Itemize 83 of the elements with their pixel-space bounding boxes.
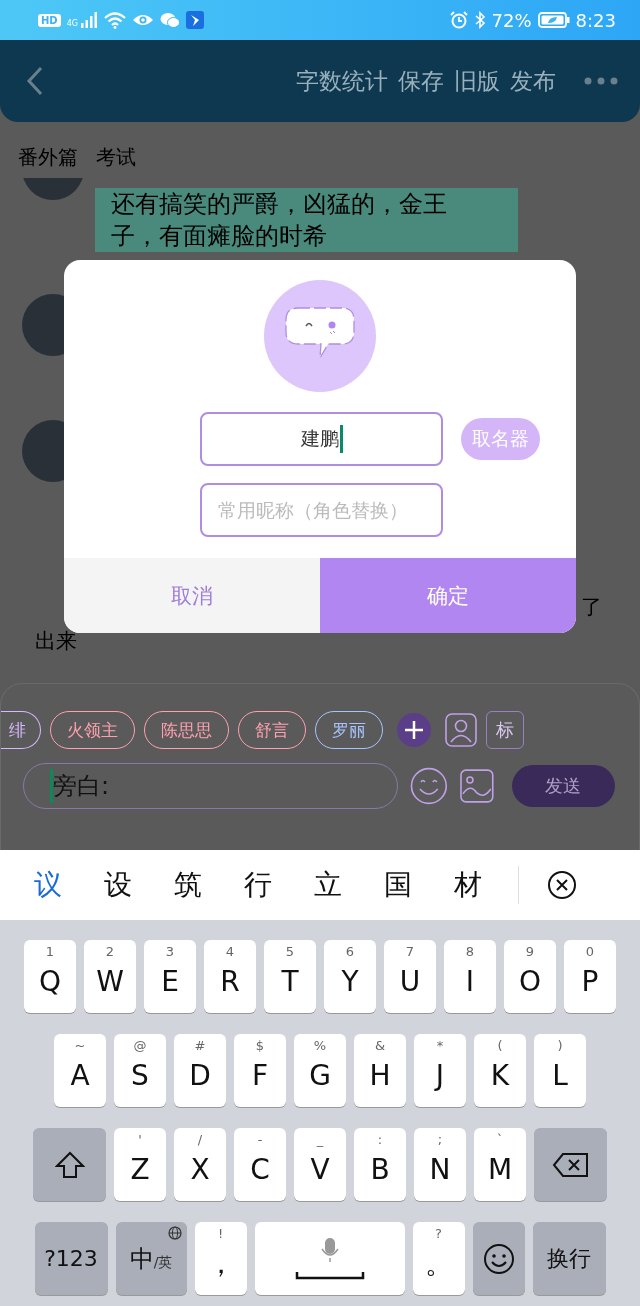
add-icon[interactable]	[397, 713, 431, 747]
image-icon[interactable]	[460, 769, 494, 803]
key[interactable]: @ S	[114, 1034, 166, 1107]
key[interactable]: ` M	[474, 1128, 526, 1201]
signal-icon	[79, 12, 98, 28]
key[interactable]: - C	[234, 1128, 286, 1201]
app-icon	[185, 11, 204, 29]
key[interactable]: ' Z	[114, 1128, 166, 1201]
network-type: 4G	[66, 19, 78, 28]
chat-bubbles-icon	[159, 12, 180, 28]
key[interactable]: 8 I	[444, 940, 496, 1013]
key[interactable]: ; N	[414, 1128, 466, 1201]
language-key[interactable]: 中/英	[115, 1222, 187, 1295]
candidate-word[interactable]: 筑	[168, 866, 208, 904]
key[interactable]: & H	[354, 1034, 406, 1107]
role-chip[interactable]: 火领主	[50, 711, 135, 749]
battery-percent: 72%	[491, 9, 532, 31]
chat-bubble-icon	[264, 280, 376, 392]
message-text: 了	[581, 594, 602, 621]
candidate-word[interactable]: 行	[238, 866, 278, 904]
key[interactable]: ( K	[474, 1034, 526, 1107]
close-icon[interactable]	[547, 870, 577, 900]
more-icon[interactable]	[584, 77, 618, 85]
candidate-word[interactable]: 材	[448, 866, 488, 904]
backspace-key[interactable]	[534, 1128, 607, 1201]
key[interactable]: 3 E	[144, 940, 196, 1013]
shift-icon	[54, 1150, 85, 1179]
person-icon[interactable]	[445, 713, 477, 747]
key[interactable]: / X	[174, 1128, 226, 1201]
chapter-title: 考试	[96, 144, 136, 171]
key[interactable]: 7 U	[384, 940, 436, 1013]
key[interactable]: 4 R	[204, 940, 256, 1013]
key[interactable]: ! ，	[194, 1222, 247, 1295]
key[interactable]: : B	[354, 1128, 406, 1201]
candidate-word[interactable]: 设	[98, 866, 138, 904]
mode-key[interactable]: 换行	[532, 1222, 606, 1295]
volume-title: 番外篇	[18, 144, 78, 171]
key[interactable]: ~ A	[54, 1034, 106, 1107]
header-action[interactable]: 保存	[398, 65, 444, 97]
role-chip[interactable]: 舒言	[238, 711, 306, 749]
mode-key[interactable]: ?123	[34, 1222, 108, 1295]
header-action[interactable]: 字数统计	[296, 65, 388, 97]
key[interactable]: 1 Q	[24, 940, 76, 1013]
role-chip[interactable]: 绯	[1, 711, 41, 749]
key[interactable]: 6 Y	[324, 940, 376, 1013]
key[interactable]: 0 P	[564, 940, 616, 1013]
candidate-word[interactable]: 议	[28, 866, 68, 904]
back-icon[interactable]	[26, 66, 44, 96]
role-chip[interactable]: 罗丽	[315, 711, 383, 749]
key[interactable]: _ V	[294, 1128, 346, 1201]
header-action[interactable]: 旧版	[454, 65, 500, 97]
candidate-word[interactable]: 立	[308, 866, 348, 904]
space-key[interactable]	[254, 1222, 405, 1295]
emoji-key[interactable]	[472, 1222, 525, 1295]
alarm-icon	[449, 11, 468, 29]
key[interactable]: 2 W	[84, 940, 136, 1013]
key[interactable]: * J	[414, 1034, 466, 1107]
key[interactable]: 9 O	[504, 940, 556, 1013]
globe-icon	[167, 1226, 182, 1240]
key[interactable]: ) L	[534, 1034, 586, 1107]
key[interactable]: $ F	[234, 1034, 286, 1107]
emoji-icon[interactable]	[410, 767, 449, 805]
key[interactable]: % G	[294, 1034, 346, 1107]
key[interactable]: ? 。	[412, 1222, 465, 1295]
clock: 8:23	[575, 9, 616, 31]
backspace-icon	[551, 1151, 590, 1178]
key[interactable]: 5 T	[264, 940, 316, 1013]
candidate-word[interactable]: 国	[378, 866, 418, 904]
wifi-icon	[103, 11, 126, 29]
send-button[interactable]: 发送	[511, 765, 615, 807]
role-chip[interactable]: 陈思思	[144, 711, 229, 749]
name-field[interactable]: 建鹏	[200, 412, 443, 466]
shift-key[interactable]	[33, 1128, 106, 1201]
tag-button[interactable]: 标	[486, 711, 524, 749]
smiley-icon	[482, 1242, 515, 1275]
battery-icon	[537, 12, 570, 28]
hd-badge: HD	[38, 13, 61, 27]
eye-icon	[131, 13, 154, 27]
bluetooth-icon	[473, 11, 486, 29]
header-action[interactable]: 发布	[510, 65, 556, 97]
message-bubble: 还有搞笑的严爵，凶猛的，金王子，有面瘫脸的时希	[95, 188, 518, 252]
nickname-field[interactable]: 常用昵称（角色替换）	[200, 483, 443, 537]
key[interactable]: # D	[174, 1034, 226, 1107]
